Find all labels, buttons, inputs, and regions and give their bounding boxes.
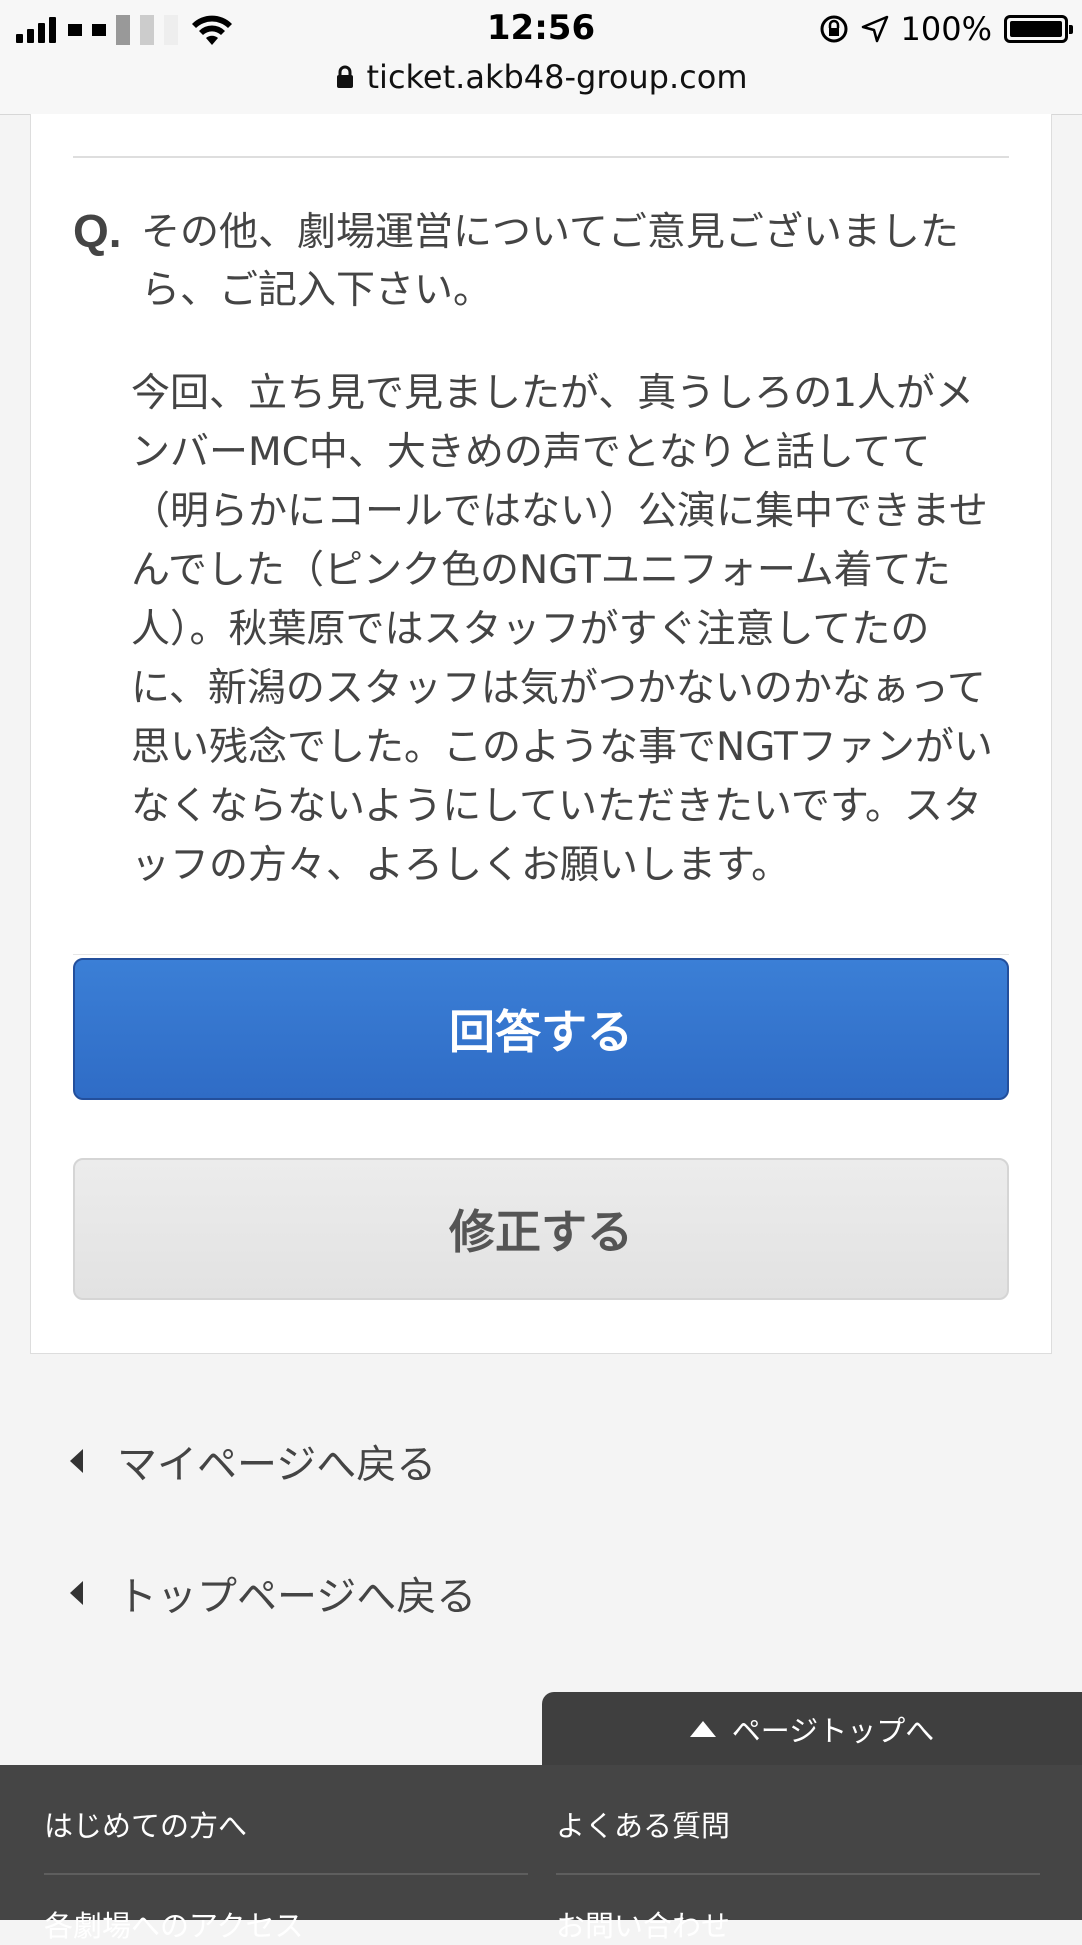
caret-up-icon <box>689 1721 716 1737</box>
footer-link-first-time[interactable]: はじめての方へ <box>44 1803 247 1845</box>
lock-icon <box>336 65 353 88</box>
address-bar[interactable]: ticket.akb48-group.com <box>0 58 1082 96</box>
footer: はじめての方へ よくある質問 各劇場へのアクセス お問い合わせ <box>0 1765 1082 1943</box>
back-to-toppage-label: トップページへ戻る <box>117 1574 477 1620</box>
back-to-mypage-label: マイページへ戻る <box>117 1442 437 1488</box>
status-bar: 12:56 100% ticket.akb48-group.com <box>0 0 1082 115</box>
answer-text: 今回、立ち見で見ましたが、真うしろの1人がメンバーMC中、大きめの声でとなりと話… <box>131 371 993 888</box>
footer-link-access[interactable]: 各劇場へのアクセス <box>44 1903 304 1945</box>
page-top-label: ページトップへ <box>731 1714 935 1748</box>
footer-divider <box>556 1873 1040 1875</box>
caret-left-icon <box>70 1449 83 1473</box>
question-mark: Q. <box>73 205 122 257</box>
back-to-mypage-link[interactable]: マイページへ戻る <box>70 1432 436 1490</box>
url-text: ticket.akb48-group.com <box>366 58 748 96</box>
footer-link-contact[interactable]: お問い合わせ <box>556 1903 730 1945</box>
submit-button[interactable]: 回答する <box>73 958 1009 1100</box>
battery-icon <box>1004 15 1073 43</box>
edit-button[interactable]: 修正する <box>73 1158 1009 1300</box>
divider <box>73 156 1009 158</box>
battery-percent: 100% <box>900 10 992 48</box>
caret-left-icon <box>70 1581 83 1605</box>
footer-divider <box>44 1873 528 1875</box>
status-right: 100% <box>819 10 1073 48</box>
divider <box>73 954 1009 955</box>
confirmation-card: Q. その他、劇場運営についてご意見ございましたら、ご記入下さい。 今回、立ち見… <box>30 114 1052 1354</box>
back-to-toppage-link[interactable]: トップページへ戻る <box>70 1564 476 1622</box>
question-row: Q. その他、劇場運営についてご意見ございましたら、ご記入下さい。 <box>73 204 1009 320</box>
question-text: その他、劇場運営についてご意見ございましたら、ご記入下さい。 <box>141 210 959 313</box>
location-arrow-icon <box>861 15 888 43</box>
page-top-button[interactable]: ページトップへ <box>542 1692 1082 1766</box>
footer-link-faq[interactable]: よくある質問 <box>556 1803 730 1845</box>
orientation-lock-icon <box>820 15 848 43</box>
